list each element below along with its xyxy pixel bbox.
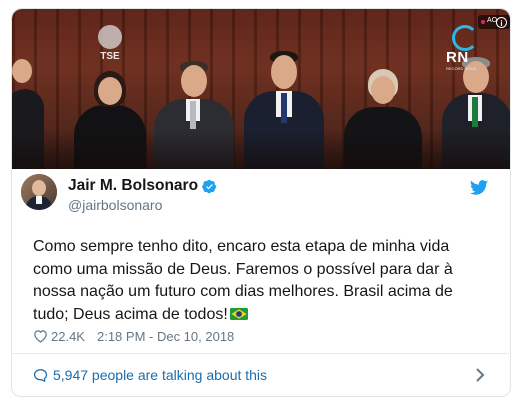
tweet-media-image[interactable]: TSE RN RECORD NEWS AO i: [12, 9, 510, 169]
tse-watermark-logo: TSE: [92, 25, 128, 63]
conversation-link[interactable]: 5,947 people are talking about this: [33, 366, 267, 384]
tweet-meta: 22.4K 2:18 PM - Dec 10, 2018: [33, 328, 234, 344]
speech-bubble-icon: [33, 369, 48, 382]
author-name-row[interactable]: Jair M. Bolsonaro: [68, 176, 217, 196]
live-dot-icon: [481, 20, 485, 24]
conversation-count-text[interactable]: 5,947 people are talking about this: [53, 367, 267, 383]
brazil-flag-icon: [229, 307, 248, 320]
chevron-right-icon[interactable]: [474, 367, 486, 383]
tweet-timestamp[interactable]: 2:18 PM - Dec 10, 2018: [97, 329, 234, 344]
tweet-text: Como sempre tenho dito, encaro esta etap…: [33, 236, 473, 326]
twitter-bird-icon[interactable]: [470, 180, 488, 195]
author-display-name[interactable]: Jair M. Bolsonaro: [68, 177, 198, 195]
author-handle[interactable]: @jairbolsonaro: [68, 197, 162, 213]
avatar[interactable]: [21, 174, 57, 210]
heart-icon[interactable]: [33, 329, 48, 343]
like-count[interactable]: 22.4K: [51, 329, 85, 344]
rn-ring-icon: [452, 25, 478, 51]
divider: [11, 353, 509, 354]
verified-badge-icon: [202, 179, 217, 193]
info-icon[interactable]: i: [496, 17, 507, 28]
